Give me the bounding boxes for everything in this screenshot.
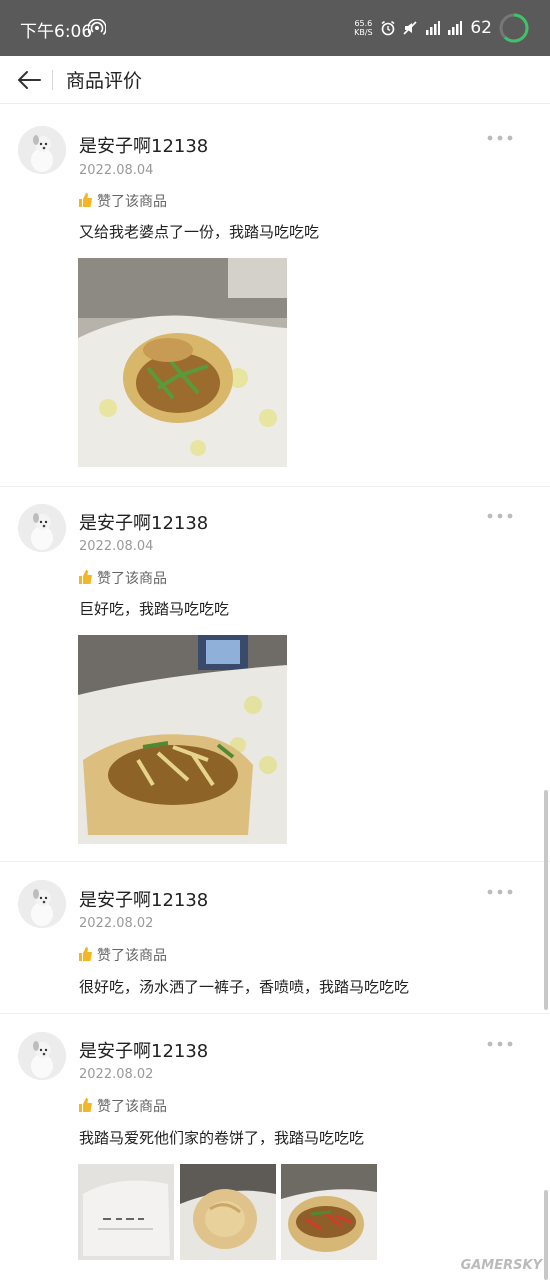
more-icon[interactable]	[486, 511, 514, 521]
status-bar: 下午6:06 65.6 KB/S 62	[0, 0, 550, 56]
review-photo[interactable]	[281, 1164, 377, 1260]
more-icon[interactable]	[486, 887, 514, 897]
status-icons: 65.6 KB/S 62	[352, 12, 530, 44]
review-text: 我踏马爱死他们家的卷饼了，我踏马吃吃吃	[79, 1129, 365, 1147]
review-text: 很好吃，汤水洒了一裤子，香喷喷，我踏马吃吃吃	[79, 978, 410, 996]
like-label: 赞了该商品	[97, 194, 167, 210]
review-photo[interactable]	[78, 1164, 174, 1260]
thumbs-up-icon	[79, 947, 92, 961]
username[interactable]: 是安子啊12138	[79, 132, 208, 158]
thumbs-up-icon	[79, 193, 92, 207]
avatar[interactable]	[18, 1032, 66, 1080]
review-photo[interactable]	[78, 258, 287, 467]
arrow-left-icon[interactable]	[14, 65, 44, 95]
like-label: 赞了该商品	[97, 571, 167, 587]
alarm-icon	[381, 20, 395, 36]
mute-icon	[403, 21, 417, 35]
review-item: 是安子啊12138 2022.08.02 赞了该商品 我踏马爱死他们家的卷饼了，…	[0, 1014, 550, 1284]
scrollbar[interactable]	[544, 1190, 548, 1280]
page-title: 商品评价	[66, 70, 143, 92]
username[interactable]: 是安子啊12138	[79, 886, 208, 912]
avatar[interactable]	[18, 126, 66, 174]
thumbs-up-icon	[79, 1098, 92, 1112]
watermark: GAMERSKY	[461, 1258, 542, 1273]
review-date: 2022.08.02	[79, 1067, 154, 1082]
dog-avatar-image	[18, 1032, 66, 1080]
review-item: 是安子啊12138 2022.08.04 赞了该商品 又给我老婆点了一份，我踏马…	[0, 108, 550, 486]
review-date: 2022.08.04	[79, 539, 154, 554]
net-speed-unit: KB/S	[354, 28, 373, 37]
more-icon[interactable]	[486, 1039, 514, 1049]
dog-avatar-image	[18, 126, 66, 174]
avatar[interactable]	[18, 504, 66, 552]
avatar[interactable]	[18, 880, 66, 928]
watermark-text: GAMERSKY	[460, 1258, 542, 1273]
battery-ring-icon	[499, 13, 529, 43]
like-label: 赞了该商品	[97, 1099, 167, 1115]
header-divider	[52, 70, 53, 90]
review-photo[interactable]	[78, 635, 287, 844]
app-header: 商品评价	[0, 56, 550, 104]
battery-level: 62	[470, 18, 492, 38]
signal-icon-1	[426, 21, 441, 35]
net-speed-value: 65.6	[354, 19, 373, 28]
username[interactable]: 是安子啊12138	[79, 1037, 208, 1063]
like-label: 赞了该商品	[97, 948, 167, 964]
scrollbar[interactable]	[544, 790, 548, 1010]
thumbs-up-icon	[79, 570, 92, 584]
dog-avatar-image	[18, 880, 66, 928]
signal-icon-2	[448, 21, 463, 35]
username[interactable]: 是安子啊12138	[79, 509, 208, 535]
net-speed: 65.6 KB/S	[352, 19, 374, 37]
review-item: 是安子啊12138 2022.08.02 赞了该商品 很好吃，汤水洒了一裤子，香…	[0, 862, 550, 1012]
review-date: 2022.08.02	[79, 916, 154, 931]
status-time: 下午6:06	[20, 22, 93, 42]
dog-avatar-image	[18, 504, 66, 552]
review-text: 巨好吃，我踏马吃吃吃	[79, 600, 230, 618]
review-date: 2022.08.04	[79, 163, 154, 178]
review-photo[interactable]	[180, 1164, 276, 1260]
more-icon[interactable]	[486, 133, 514, 143]
review-text: 又给我老婆点了一份，我踏马吃吃吃	[79, 223, 320, 241]
hotspot-icon	[88, 19, 106, 36]
review-item: 是安子啊12138 2022.08.04 赞了该商品 巨好吃，我踏马吃吃吃	[0, 487, 550, 861]
